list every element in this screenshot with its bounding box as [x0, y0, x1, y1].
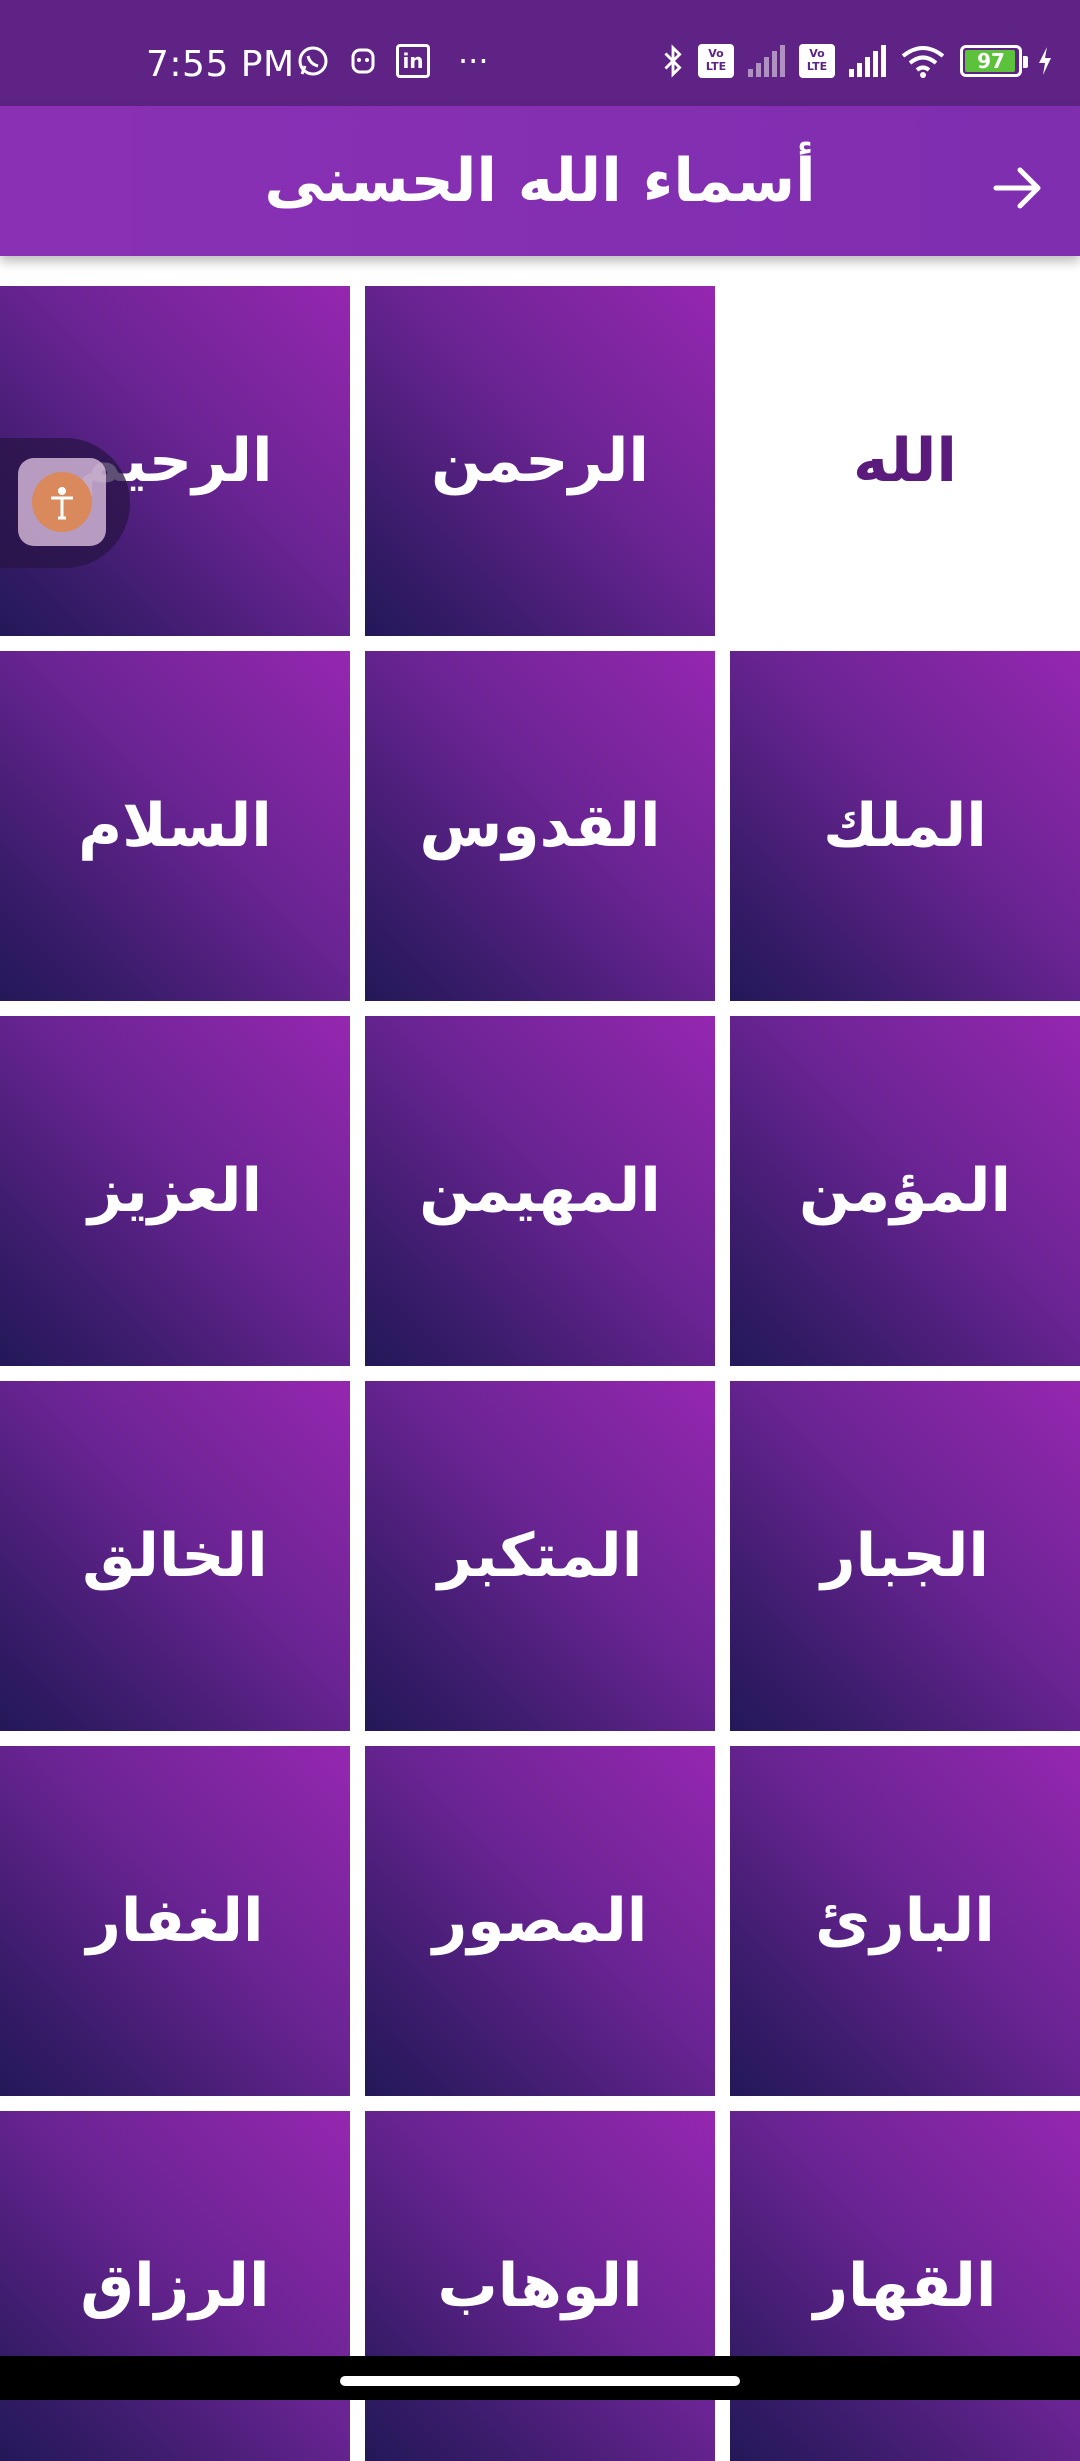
name-tile[interactable]: القهار	[730, 2111, 1080, 2461]
name-tile[interactable]: المصور	[365, 1746, 715, 2096]
name-tile-label: السلام	[78, 791, 272, 861]
name-tile-label: المصور	[432, 1886, 648, 1956]
name-tile[interactable]: الجبار	[730, 1381, 1080, 1731]
name-tile-label: العزيز	[87, 1156, 263, 1226]
name-tile[interactable]: الخالق	[0, 1381, 350, 1731]
name-tile-label: الغفار	[86, 1886, 264, 1956]
navigation-bar	[0, 2356, 1080, 2400]
linkedin-icon: in	[396, 44, 430, 78]
home-handle[interactable]	[340, 2376, 740, 2386]
name-tile[interactable]: الوهاب	[365, 2111, 715, 2461]
status-bar: 7:55 PM in ··· Vo LTE Vo LTE 97	[0, 0, 1080, 106]
name-tile[interactable]: السلام	[0, 651, 350, 1001]
status-time: 7:55 PM	[146, 44, 295, 85]
name-tile-label: المؤمن	[798, 1156, 1012, 1226]
name-tile[interactable]: الرحمن	[365, 286, 715, 636]
app-bar: أسماء الله الحسنى	[0, 106, 1080, 256]
name-tile[interactable]: البارئ	[730, 1746, 1080, 2096]
more-dots-icon: ···	[458, 42, 489, 80]
name-tile[interactable]: الملك	[730, 651, 1080, 1001]
accessibility-floating-button[interactable]	[0, 438, 130, 568]
wifi-icon	[901, 46, 945, 78]
name-tile-label: القدوس	[419, 791, 661, 861]
name-tile-label: المهيمن	[419, 1156, 661, 1226]
arrow-right-icon[interactable]	[986, 156, 1050, 220]
name-tile[interactable]: العزيز	[0, 1016, 350, 1366]
name-tile-label: الخالق	[82, 1521, 268, 1591]
notification-icon	[351, 48, 375, 74]
name-tile[interactable]: القدوس	[365, 651, 715, 1001]
name-tile-label: الجبار	[821, 1521, 989, 1591]
whatsapp-icon	[298, 46, 328, 76]
battery-percent: 97	[977, 49, 1005, 73]
name-tile-label: الرحمن	[431, 426, 649, 496]
names-grid: الله الرحمن الرحيم الملك القدوس السلام المؤمن ا…	[0, 286, 1080, 2461]
bluetooth-icon	[664, 44, 682, 78]
volte-icon-2: Vo LTE	[799, 44, 835, 78]
page-title: أسماء الله الحسنى	[264, 146, 816, 216]
name-tile-label: البارئ	[815, 1886, 995, 1956]
name-tile-label: الملك	[823, 791, 987, 861]
status-left-icons: in ···	[296, 44, 489, 78]
name-tile[interactable]: الرزاق	[0, 2111, 350, 2461]
name-tile-label: القهار	[813, 2251, 997, 2321]
name-tile[interactable]: المهيمن	[365, 1016, 715, 1366]
signal-icon	[748, 45, 785, 77]
name-tile[interactable]: الله	[730, 286, 1080, 636]
name-tile[interactable]: المؤمن	[730, 1016, 1080, 1366]
name-tile-label: الرزاق	[80, 2251, 270, 2321]
name-tile[interactable]: المتكبر	[365, 1381, 715, 1731]
volte-icon: Vo LTE	[698, 44, 734, 78]
name-tile-label: الله	[853, 426, 957, 496]
battery-tip	[1023, 56, 1028, 68]
accessibility-icon	[32, 472, 92, 532]
name-tile[interactable]: الغفار	[0, 1746, 350, 2096]
name-tile-label: الوهاب	[437, 2251, 643, 2321]
signal-icon-2	[849, 45, 886, 77]
battery-icon: 97	[960, 45, 1028, 77]
name-tile-label: المتكبر	[437, 1521, 643, 1591]
accessibility-button-frame	[18, 458, 106, 546]
status-right-icons: Vo LTE Vo LTE 97	[662, 44, 1054, 78]
charging-icon	[1039, 47, 1051, 75]
